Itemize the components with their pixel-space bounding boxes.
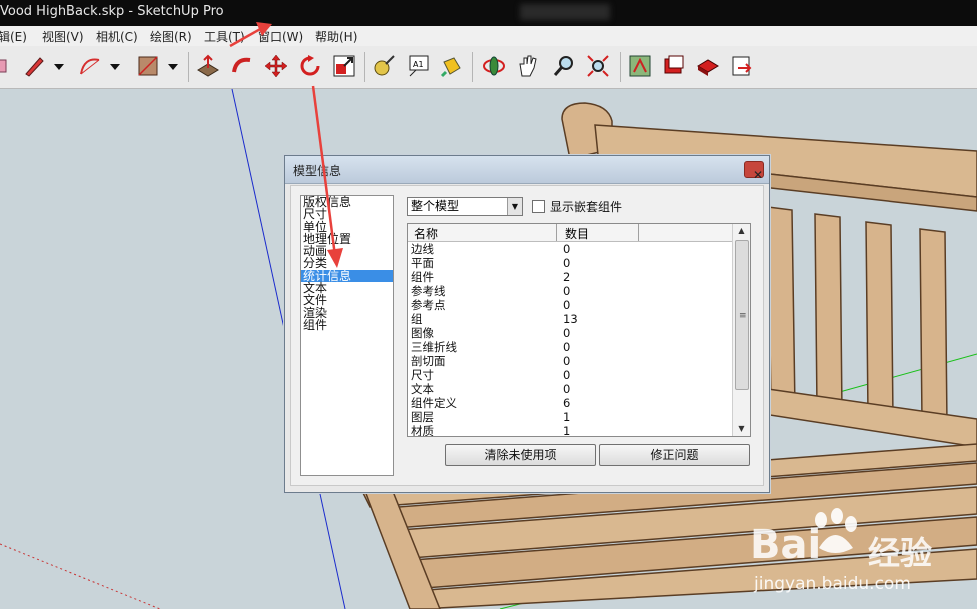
- bench-slat: [865, 221, 894, 420]
- table-scrollbar[interactable]: ▲ ≡ ▼: [732, 224, 750, 436]
- column-header-count[interactable]: 数目: [565, 225, 589, 242]
- bench-slat: [919, 228, 948, 426]
- paint-bucket-icon[interactable]: [440, 54, 464, 78]
- category-item-components[interactable]: 组件: [301, 319, 393, 331]
- purge-unused-button[interactable]: 清除未使用项: [445, 444, 596, 466]
- scroll-up-icon[interactable]: ▲: [733, 224, 750, 238]
- bench-slat: [814, 213, 843, 414]
- zoom-extents-icon[interactable]: [586, 54, 610, 78]
- category-list: 版权信息 尺寸 单位 地理位置 动画 分类 统计信息 文本 文件 渲染 组件: [300, 195, 394, 476]
- category-item-file[interactable]: 文件: [301, 294, 393, 306]
- title-bar: Vood HighBack.skp - SketchUp Pro: [0, 0, 977, 26]
- pencil-icon[interactable]: [22, 54, 46, 78]
- table-row[interactable]: 组 13: [411, 312, 731, 326]
- menu-edit[interactable]: 编辑(E): [0, 28, 27, 45]
- menu-window[interactable]: 窗口(W): [258, 28, 303, 45]
- table-row[interactable]: 图层 1: [411, 410, 731, 424]
- category-item-classifications[interactable]: 分类: [301, 257, 393, 269]
- arc-icon[interactable]: [78, 54, 102, 78]
- table-row[interactable]: 边线 0: [411, 242, 731, 256]
- toolbar-separator: [188, 52, 189, 82]
- table-body: 边线 0 平面 0 组件 2 参考线 0 参考点 0 组 13 图像 0 三维折线 0 剖切面 0…: [411, 242, 731, 436]
- zoom-icon[interactable]: [552, 54, 576, 78]
- table-row[interactable]: 组件定义 6: [411, 396, 731, 410]
- statistics-table: 名称 数目 边线 0 平面 0 组件 2 参考线 0 参考点 0 组 13 图像 0 三维折线…: [407, 223, 751, 437]
- column-header-name[interactable]: 名称: [414, 225, 438, 242]
- grip-icon: ≡: [739, 311, 747, 321]
- get-models-icon[interactable]: [628, 54, 652, 78]
- fix-problems-button[interactable]: 修正问题: [599, 444, 750, 466]
- eraser-icon[interactable]: [0, 54, 14, 78]
- follow-me-icon[interactable]: [230, 54, 254, 78]
- components-icon[interactable]: [696, 54, 720, 78]
- baidu-watermark: Bai 经验 jingyan.baidu.com: [750, 508, 970, 603]
- text-icon[interactable]: A1: [406, 54, 430, 78]
- orbit-icon[interactable]: [482, 54, 506, 78]
- pan-icon[interactable]: [516, 54, 540, 78]
- dialog-close-button[interactable]: ✕: [744, 161, 764, 182]
- rectangle-dropdown-icon[interactable]: [166, 54, 180, 78]
- table-row[interactable]: 参考点 0: [411, 298, 731, 312]
- table-row[interactable]: 尺寸 0: [411, 368, 731, 382]
- rectangle-icon[interactable]: [136, 54, 160, 78]
- send-to-layout-icon[interactable]: [730, 54, 754, 78]
- table-row[interactable]: 剖切面 0: [411, 354, 731, 368]
- share-model-icon[interactable]: [662, 54, 686, 78]
- toolbar-separator: [364, 52, 365, 82]
- menu-view[interactable]: 视图(V): [42, 28, 84, 45]
- table-row[interactable]: 图像 0: [411, 326, 731, 340]
- window-title: Vood HighBack.skp - SketchUp Pro: [0, 4, 224, 19]
- svg-text:A1: A1: [413, 60, 424, 69]
- dialog-title: 模型信息: [293, 164, 342, 178]
- table-header: 名称 数目: [408, 224, 732, 242]
- watermark-brand-suffix: 经验: [868, 534, 933, 572]
- menu-help[interactable]: 帮助(H): [315, 28, 357, 45]
- move-icon[interactable]: [264, 54, 288, 78]
- menu-bar: 编辑(E) 视图(V) 相机(C) 绘图(R) 工具(T) 窗口(W) 帮助(H…: [0, 26, 977, 46]
- show-nested-label: 显示嵌套组件: [550, 200, 623, 214]
- chevron-down-icon[interactable]: ▼: [507, 198, 522, 215]
- watermark-url: jingyan.baidu.com: [754, 574, 911, 594]
- bench-slat: [767, 206, 796, 410]
- menu-camera[interactable]: 相机(C): [96, 28, 138, 45]
- red-axis-line: [0, 543, 161, 609]
- pencil-dropdown-icon[interactable]: [52, 54, 66, 78]
- scale-icon[interactable]: [332, 54, 356, 78]
- toolbar-separator: [472, 52, 473, 82]
- model-info-dialog: 模型信息 ✕ 版权信息 尺寸 单位 地理位置 动画 分类 统计信息 文本 文件 …: [284, 155, 770, 493]
- menu-tools[interactable]: 工具(T): [204, 28, 245, 45]
- table-row[interactable]: 三维折线 0: [411, 340, 731, 354]
- watermark-brand: Bai: [750, 522, 822, 568]
- table-row[interactable]: 平面 0: [411, 256, 731, 270]
- rotate-icon[interactable]: [298, 54, 322, 78]
- scope-select[interactable]: 整个模型 ▼: [407, 197, 523, 216]
- toolbar-separator: [620, 52, 621, 82]
- scope-select-value: 整个模型: [411, 199, 460, 213]
- arc-dropdown-icon[interactable]: [108, 54, 122, 78]
- table-row[interactable]: 组件 2: [411, 270, 731, 284]
- show-nested-checkbox[interactable]: [532, 200, 545, 213]
- scroll-down-icon[interactable]: ▼: [733, 422, 750, 436]
- toolbar: A1: [0, 46, 977, 89]
- table-row[interactable]: 参考线 0: [411, 284, 731, 298]
- close-icon: ✕: [753, 168, 764, 182]
- blurred-title-area: [520, 4, 610, 20]
- table-row[interactable]: 材质 1: [411, 424, 731, 436]
- dialog-body: 版权信息 尺寸 单位 地理位置 动画 分类 统计信息 文本 文件 渲染 组件 整…: [290, 185, 764, 486]
- table-row[interactable]: 文本 0: [411, 382, 731, 396]
- tape-measure-icon[interactable]: [372, 54, 396, 78]
- category-item-dimensions[interactable]: 尺寸: [301, 208, 393, 220]
- scrollbar-thumb[interactable]: ≡: [735, 240, 749, 390]
- menu-draw[interactable]: 绘图(R): [150, 28, 192, 45]
- push-pull-icon[interactable]: [196, 54, 220, 78]
- dialog-title-bar[interactable]: 模型信息 ✕: [285, 156, 769, 184]
